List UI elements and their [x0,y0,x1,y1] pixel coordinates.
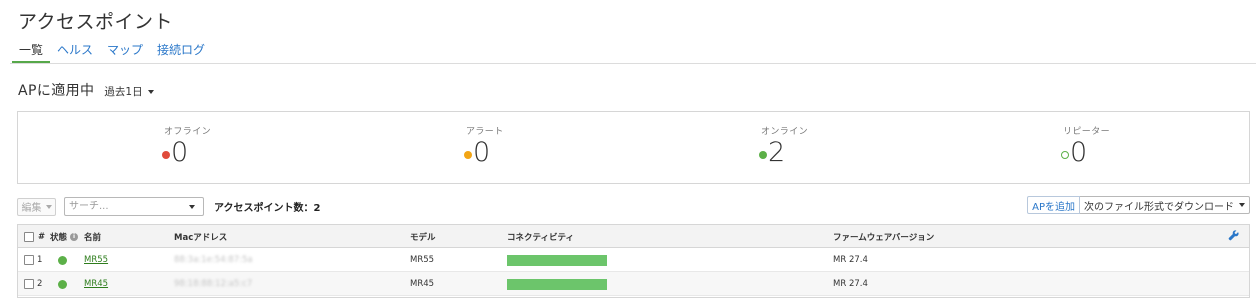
row-index: 2 [37,279,43,289]
ap-name-link[interactable]: MR45 [84,279,108,289]
stat-alerting: アラート 0 [464,124,554,168]
stat-alerting-label: アラート [466,127,504,137]
caret-down-icon [147,89,154,94]
alerting-dot-icon [464,150,472,159]
connectivity-bar[interactable] [507,254,607,266]
wrench-icon[interactable] [1228,230,1239,241]
connectivity-bar[interactable] [507,278,607,290]
header-connectivity[interactable]: コネクティビティ [507,225,574,248]
ap-count: アクセスポイント数：2 [214,203,321,214]
tab-divider [10,63,1256,64]
tab-health[interactable]: ヘルス [50,40,100,63]
search-caret-down-icon[interactable] [189,204,195,209]
stat-offline-label: オフライン [164,127,212,137]
edit-label: 編集 [21,203,42,214]
ap-name-link[interactable]: MR55 [84,255,108,265]
header-model[interactable]: モデル [410,225,436,248]
online-dot-icon [759,150,767,159]
tab-list[interactable]: 一覧 [12,40,51,63]
access-point-table: # 状態 i 名前 Macアドレス モデル コネクティビティ ファームウェアバー… [17,224,1250,298]
table-header: # 状態 i 名前 Macアドレス モデル コネクティビティ ファームウェアバー… [18,225,1249,248]
edit-dropdown-button[interactable]: 編集 [17,197,56,216]
add-ap-button[interactable]: APを追加 [1027,196,1080,214]
header-status-label: 状態 [50,232,68,243]
table-row[interactable]: 1 MR55 88:3a:1e:54:87:5a MR55 MR 27.4 [18,248,1249,272]
stat-online-label: オンライン [761,127,809,137]
select-all-cell [24,225,34,248]
caret-down-icon [45,204,52,209]
status-online-icon [58,255,67,265]
select-all-checkbox[interactable] [24,231,34,242]
status-summary: オフライン 0 アラート 0 オンライン 2 リピーター 0 [17,111,1250,184]
download-dropdown-button[interactable]: 次のファイル形式でダウンロード [1080,196,1250,214]
tab-map[interactable]: マップ [100,40,150,63]
stat-offline-value: 0 [171,137,189,168]
repeater-dot-icon [1061,150,1069,159]
mac-address: 98:18:88:12:a5:c7 [174,279,253,289]
caret-down-icon [1239,203,1245,207]
header-index: # [38,231,46,242]
stat-offline: オフライン 0 [162,124,252,168]
model: MR45 [410,279,435,289]
search-box [64,197,204,216]
header-mac[interactable]: Macアドレス [174,225,227,248]
table-actions: APを追加 次のファイル形式でダウンロード [1027,196,1250,214]
firmware-version: MR 27.4 [833,279,868,289]
row-index: 1 [37,255,43,265]
model: MR55 [410,255,435,265]
time-range-label: 過去1日 [104,86,143,98]
firmware-version: MR 27.4 [833,255,868,265]
stat-online: オンライン 2 [759,124,849,168]
status-online-icon [58,279,67,289]
table-row[interactable]: 2 MR45 98:18:88:12:a5:c7 MR45 MR 27.4 [18,272,1249,296]
time-range-dropdown[interactable]: 過去1日 [104,84,154,99]
row-checkbox[interactable] [24,255,34,265]
tab-connection-log[interactable]: 接続ログ [150,40,212,63]
applied-label: APに適用中 [18,83,95,99]
offline-dot-icon [162,150,170,159]
stat-alerting-value: 0 [473,137,491,168]
row-checkbox[interactable] [24,279,34,289]
mac-address: 88:3a:1e:54:87:5a [174,255,253,265]
stat-online-value: 2 [768,137,786,168]
page-title: アクセスポイント [18,11,174,33]
filter-bar: APに適用中 過去1日 [18,80,154,100]
stat-repeater-label: リピーター [1063,127,1111,137]
header-name[interactable]: 名前 [84,225,101,248]
table-toolbar: 編集 アクセスポイント数：2 [17,197,320,216]
tab-bar: 一覧 ヘルス マップ 接続ログ [12,40,212,63]
header-firmware[interactable]: ファームウェアバージョン [833,225,934,248]
stat-repeater-value: 0 [1070,137,1088,168]
stat-repeater: リピーター 0 [1061,124,1151,168]
info-icon: i [70,232,79,241]
search-input[interactable] [69,201,179,212]
download-label: 次のファイル形式でダウンロード [1084,201,1234,213]
header-status[interactable]: 状態 i [50,225,79,248]
